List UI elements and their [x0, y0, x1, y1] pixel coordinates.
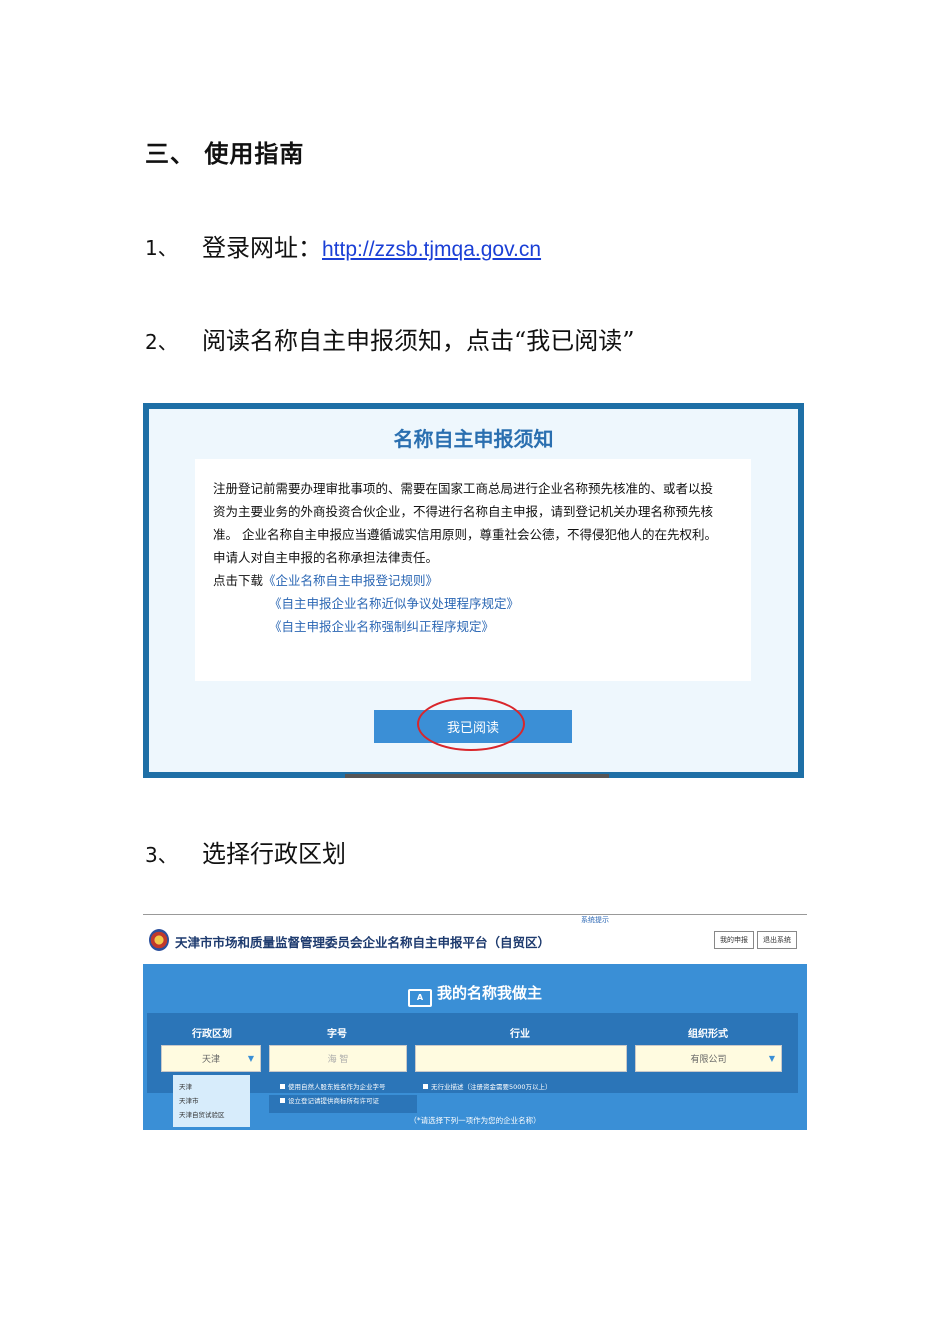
region-value: 天津: [201, 1055, 220, 1065]
download-row: 《自主申报企业名称近似争议处理程序规定》: [213, 592, 733, 615]
my-apply-button[interactable]: 我的申报: [714, 931, 754, 949]
slogan-text: 我的名称我做主: [436, 984, 542, 1002]
chevron-down-icon: ▼: [768, 1054, 775, 1063]
word-input[interactable]: 海 智: [269, 1045, 407, 1072]
download-link-correction[interactable]: 《自主申报企业名称强制纠正程序规定》: [269, 619, 494, 634]
option-label: 无行业描述（注册资金需要5000万以上）: [431, 1083, 552, 1091]
org-value: 有限公司: [690, 1055, 727, 1065]
region-option[interactable]: 天津市: [173, 1093, 250, 1107]
notice-screenshot: 名称自主申报须知 注册登记前需要办理审批事项的、需要在国家工商总局进行企业名称预…: [143, 403, 804, 778]
platform-screenshot: 系统提示 天津市市场和质量监督管理委员会企业名称自主申报平台（自贸区） 我的申报…: [143, 914, 807, 1130]
step-1-text: 登录网址：http://zzsb.tjmqa.gov.cn: [202, 228, 541, 263]
industry-label: 行业: [510, 1029, 530, 1040]
logout-button[interactable]: 退出系统: [757, 931, 797, 949]
checkbox-icon: [280, 1084, 285, 1089]
region-option[interactable]: 天津自贸试验区: [173, 1107, 250, 1121]
notice-line: 资为主要业务的外商投资合伙企业，不得进行名称自主申报，请到登记机关办理名称预先核: [213, 504, 714, 519]
step-1-label: 登录网址：: [202, 234, 322, 262]
notice-title: 名称自主申报须知: [393, 427, 554, 451]
system-tip-link[interactable]: 系统提示: [581, 915, 609, 925]
notice-line: 申请人对自主申报的名称承担法律责任。: [213, 550, 439, 565]
region-option[interactable]: 天津: [173, 1079, 250, 1093]
download-row: 《自主申报企业名称强制纠正程序规定》: [213, 615, 733, 638]
org-label: 组织形式: [688, 1029, 728, 1040]
option-trademark[interactable]: 设立登记请提供商标所有许可证: [280, 1095, 379, 1105]
option-label: 设立登记请提供商标所有许可证: [288, 1097, 379, 1105]
checkbox-icon: [280, 1098, 285, 1103]
option-label: 使用自然人股东姓名作为企业字号: [288, 1083, 386, 1091]
step-3-number: 3、: [145, 843, 178, 867]
platform-title: 天津市市场和质量监督管理委员会企业名称自主申报平台（自贸区）: [175, 935, 551, 950]
word-label: 字号: [327, 1029, 347, 1040]
region-dropdown: 天津 天津市 天津自贸试验区: [173, 1075, 250, 1127]
region-label: 行政区划: [192, 1029, 232, 1040]
notice-line: 注册登记前需要办理审批事项的、需要在国家工商总局进行企业名称预先核准的、或者以投: [213, 481, 714, 496]
slogan: A 我的名称我做主: [143, 982, 807, 1007]
download-link-rules[interactable]: 《企业名称自主申报登记规则》: [263, 573, 438, 588]
option-no-industry[interactable]: 无行业描述（注册资金需要5000万以上）: [423, 1081, 552, 1091]
notice-panel: 名称自主申报须知 注册登记前需要办理审批事项的、需要在国家工商总局进行企业名称预…: [149, 409, 798, 778]
scrollbar: [345, 774, 609, 778]
notice-line: 准。 企业名称自主申报应当遵循诚实信用原则，尊重社会公德，不得侵犯他人的在先权利…: [213, 527, 717, 542]
section-heading: 三、 使用指南: [145, 140, 305, 168]
step-2-text: 阅读名称自主申报须知，点击“我已阅读”: [202, 327, 635, 355]
checkbox-icon: [423, 1084, 428, 1089]
org-select[interactable]: 有限公司 ▼: [635, 1045, 782, 1072]
step-2-number: 2、: [145, 330, 178, 354]
emblem-icon: [149, 929, 169, 951]
region-select[interactable]: 天津 ▼: [161, 1045, 261, 1072]
notice-body: 注册登记前需要办理审批事项的、需要在国家工商总局进行企业名称预先核准的、或者以投…: [195, 459, 751, 681]
download-row: 点击下载《企业名称自主申报登记规则》: [213, 569, 733, 592]
site-url-link[interactable]: http://zzsb.tjmqa.gov.cn: [322, 238, 541, 261]
step-3-text: 选择行政区划: [202, 840, 346, 868]
download-link-dispute[interactable]: 《自主申报企业名称近似争议处理程序规定》: [269, 596, 519, 611]
step-1-number: 1、: [145, 236, 178, 260]
chevron-down-icon: ▼: [247, 1054, 254, 1063]
highlight-circle: [417, 697, 525, 751]
download-prefix: 点击下载: [213, 573, 264, 588]
name-card-icon: A: [407, 989, 432, 1007]
option-natural-person[interactable]: 使用自然人股东姓名作为企业字号: [280, 1081, 386, 1091]
industry-input[interactable]: [415, 1045, 627, 1072]
